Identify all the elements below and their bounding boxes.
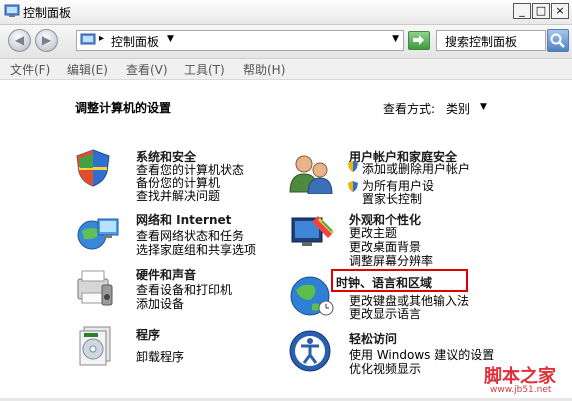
forward-button[interactable]: ▶ (35, 29, 58, 52)
uac-shield-icon (348, 181, 358, 192)
view-by-select[interactable]: 类别 (446, 100, 470, 117)
window-title: 控制面板 (23, 6, 72, 20)
chevron-down-icon[interactable]: ▼ (480, 102, 487, 112)
search-input[interactable]: 搜索控制面板 (436, 30, 546, 51)
system-security-icon[interactable] (74, 148, 112, 188)
maximize-button[interactable]: □ (532, 3, 550, 19)
menu-tools[interactable]: 工具(T) (184, 61, 225, 78)
network-icon[interactable] (74, 211, 122, 253)
uac-shield-icon (348, 161, 358, 172)
category-title-ease-of-access[interactable]: 轻松访问 (349, 330, 397, 347)
watermark-url: www.jb51.net (490, 385, 552, 395)
clock-region-icon[interactable] (288, 272, 334, 318)
menu-bar: 文件(F) 编辑(E) 查看(V) 工具(T) 帮助(H) (0, 59, 572, 80)
category-title-programs[interactable]: 程序 (136, 326, 160, 343)
menu-edit[interactable]: 编辑(E) (67, 61, 108, 78)
link-parental-controls[interactable]: 为所有用户设置家长控制 (362, 180, 437, 206)
control-panel-icon (4, 4, 20, 17)
breadcrumb-separator[interactable]: ▸ (99, 33, 104, 44)
link-add-device[interactable]: 添加设备 (136, 295, 184, 312)
search-button[interactable] (547, 29, 569, 52)
chevron-down-icon[interactable]: ▼ (167, 34, 174, 44)
close-button[interactable]: × (551, 3, 569, 19)
navigation-bar: ◀ ▶ ▸ 控制面板 ▼ ▼ 搜索控制面板 (0, 25, 572, 59)
link-uninstall-program[interactable]: 卸载程序 (136, 348, 184, 365)
link-optimize-video[interactable]: 优化视频显示 (349, 360, 421, 377)
refresh-button[interactable] (408, 31, 430, 50)
breadcrumb[interactable]: 控制面板 (111, 33, 159, 50)
control-panel-icon (80, 33, 96, 45)
ease-of-access-icon[interactable] (288, 329, 332, 373)
hardware-sound-icon[interactable] (72, 265, 118, 309)
back-button[interactable]: ◀ (8, 29, 31, 52)
link-screen-resolution[interactable]: 调整屏幕分辨率 (349, 252, 433, 269)
refresh-icon (413, 35, 424, 45)
user-accounts-icon[interactable] (288, 150, 334, 194)
title-bar: 控制面板 _ □ × (0, 0, 572, 25)
category-title-network[interactable]: 网络和 Internet (136, 211, 231, 228)
address-bar[interactable]: ▸ 控制面板 ▼ ▼ (76, 30, 404, 51)
programs-icon[interactable] (76, 323, 116, 367)
link-troubleshoot[interactable]: 查找并解决问题 (136, 187, 220, 204)
link-homegroup-sharing[interactable]: 选择家庭组和共享选项 (136, 241, 256, 258)
address-dropdown-icon[interactable]: ▼ (392, 34, 399, 44)
view-by-label: 查看方式: (383, 102, 436, 116)
link-change-display-language[interactable]: 更改显示语言 (349, 305, 421, 322)
category-title-clock-region[interactable]: 时钟、语言和区域 (336, 274, 432, 291)
menu-file[interactable]: 文件(F) (10, 61, 50, 78)
minimize-button[interactable]: _ (513, 3, 531, 19)
link-add-remove-user[interactable]: 添加或删除用户帐户 (362, 160, 470, 177)
search-icon (550, 33, 565, 48)
appearance-icon[interactable] (290, 212, 338, 252)
page-title: 调整计算机的设置 (75, 101, 172, 115)
menu-view[interactable]: 查看(V) (126, 61, 168, 78)
menu-help[interactable]: 帮助(H) (243, 61, 285, 78)
